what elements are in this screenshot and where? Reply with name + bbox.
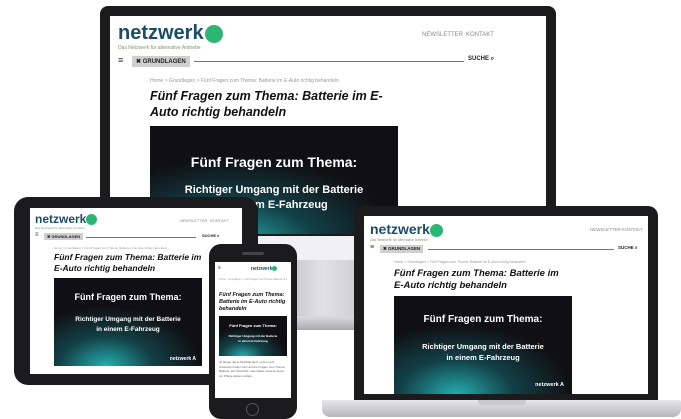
- site-logo[interactable]: netzwerk: [251, 266, 278, 272]
- article-teaser: Je länger die E-Mobilität läuft, umso me…: [219, 360, 285, 378]
- breadcrumb: Home > Grundlagen > Fünf Fragen zum Them…: [219, 278, 287, 281]
- hero-subheading-2: in einem E-Fahrzeug: [238, 339, 268, 343]
- phone-speaker: [242, 252, 264, 255]
- logo-text: netzwerk: [251, 266, 273, 272]
- logo-mark-icon: [272, 266, 278, 272]
- article-title: Fünf Fragen zum Thema: Batterie im E-Aut…: [219, 292, 286, 312]
- article-hero-image[interactable]: Fünf Fragen zum Thema: Richtiger Umgang …: [219, 316, 287, 356]
- phone-screen: netzwerk ≡ Home > Grundlagen > Fünf Frag…: [215, 262, 291, 398]
- phone-home-button[interactable]: [246, 403, 259, 416]
- smartphone: netzwerk ≡ Home > Grundlagen > Fünf Frag…: [0, 0, 681, 419]
- hero-heading: Fünf Fragen zum Thema:: [229, 323, 277, 328]
- hamburger-icon[interactable]: ≡: [218, 265, 221, 271]
